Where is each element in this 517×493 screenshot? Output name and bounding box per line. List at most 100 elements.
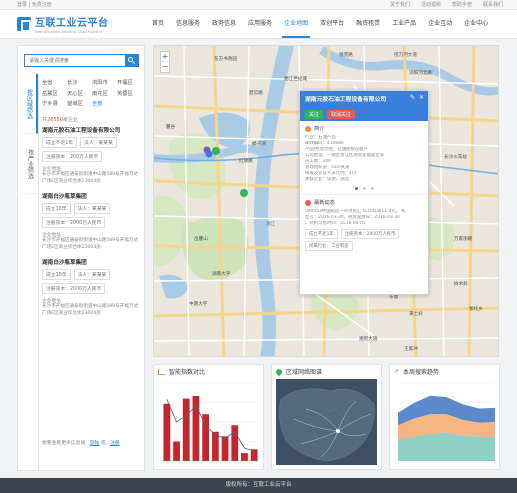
region-option[interactable]: 芙蓉区 (117, 89, 142, 97)
activity-line: ，商机可售时间：2016-04-05 (305, 221, 366, 226)
logo[interactable]: 互联工业云平台 Interconnected Industrial Cloud … (17, 14, 109, 34)
smart-index-panel: 智能指数对比 (153, 364, 264, 470)
map-pin-icon (274, 367, 284, 376)
region-option[interactable]: 雨花区 (92, 89, 117, 97)
brand-title: 互联工业云平台 (35, 18, 109, 29)
region-option[interactable]: 浏阳市 (92, 78, 117, 86)
company-age-tag: 成立10年 (42, 203, 71, 214)
edit-icon[interactable]: ✎ (410, 94, 415, 101)
activity-tag: 注册资本：2000万人民币 (340, 229, 400, 239)
company-name[interactable]: 湖南元胶石油工程设备有限公司 (42, 126, 142, 134)
company-legal-tag: 法人：某某某 (80, 137, 117, 148)
brand-subtitle: Interconnected Industrial Cloud Platform (35, 30, 102, 34)
close-icon[interactable]: ✕ (419, 94, 424, 101)
nav-info-service[interactable]: 信息服务 (170, 10, 206, 38)
search-input[interactable] (25, 55, 123, 66)
company-legal-tag: 法人：某某某 (73, 269, 111, 280)
register-link[interactable]: 注册 (110, 441, 120, 446)
sidebar: 按区域筛选 按产业筛选 全省 长沙 浏阳市 开福区 岳麓区 天心区 雨花区 芙蓉… (17, 45, 145, 471)
copyright-text: 版权所有：互联工业云平台 (225, 482, 292, 488)
activity-industry: 所属行业：工业制造 (305, 241, 353, 251)
region-option[interactable]: 长沙 (67, 78, 92, 86)
logo-icon (17, 17, 31, 32)
region-option[interactable]: 岳麓区 (42, 89, 67, 97)
region-option[interactable]: 天心区 (67, 89, 92, 97)
activity-icon (305, 199, 311, 206)
nav-enterprise-map[interactable]: 企业地图 (278, 10, 314, 38)
nav-home[interactable]: 首页 (146, 10, 170, 38)
top-bar: 登录 | 免费注册 关于我们 活动视频 帮助手册 联系我们 (0, 0, 517, 10)
count-number: 26550 (47, 117, 63, 123)
top-link-about[interactable]: 关于我们 (390, 0, 410, 10)
result-count: 共26550家企业 (42, 117, 78, 123)
search-box (24, 54, 139, 67)
bar-2 (173, 441, 180, 461)
popup-title: 湖南元胶石油工程设备有限公司 (305, 97, 387, 103)
region-network-panel: 区域网络图谱 (271, 364, 382, 470)
trend-icon: ↗ (394, 368, 400, 375)
company-name[interactable]: 湖南白沙瓶草集团 (42, 258, 142, 266)
nav-leasing[interactable]: 融资租赁 (350, 10, 386, 38)
region-option-all[interactable]: 全部 (92, 99, 117, 107)
nav-enterprise-center[interactable]: 企业中心 (458, 10, 494, 38)
popup-header: 湖南元胶石油工程设备有限公司 ✎ ✕ 关注 取消关注 (300, 91, 428, 121)
search-button[interactable] (125, 55, 138, 66)
top-link-video[interactable]: 活动视频 (421, 0, 441, 10)
search-trend-chart (398, 382, 495, 462)
unfollow-button[interactable]: 取消关注 (327, 110, 356, 119)
zoom-out-button[interactable]: − (161, 62, 169, 72)
login-link[interactable]: 登陆 (90, 441, 100, 446)
address-label: 企业地址 (42, 233, 62, 238)
nav-interaction[interactable]: 企业互动 (422, 10, 458, 38)
filter-tabs: 按区域筛选 按产业筛选 (22, 74, 39, 470)
region-option[interactable]: 宁乡县 (42, 99, 67, 107)
bar-chart-icon (158, 368, 165, 375)
intro-title: 简介 (314, 126, 325, 132)
info-line: 关联企业：保德、湖北 (305, 177, 349, 182)
intro-icon (305, 125, 311, 132)
footer: 版权所有：互联工业云平台 (0, 478, 517, 493)
login-register-link[interactable]: 登录 | 免费注册 (17, 0, 52, 10)
activity-tag: 成立不足1年 (305, 229, 338, 239)
region-option[interactable]: 望城区 (67, 99, 92, 107)
region-filter: 全省 长沙 浏阳市 开福区 岳麓区 天心区 雨花区 芙蓉区 宁乡县 望城区 全部 (42, 78, 142, 107)
nav-gov-info[interactable]: 政务信息 (206, 10, 242, 38)
tab-by-industry[interactable]: 按产业筛选 (22, 134, 38, 194)
region-network-title: 区域网络图谱 (286, 369, 323, 376)
region-option[interactable]: 全省 (42, 78, 67, 86)
company-address: 长沙市开福区通泰街街道中山路589号开福万达广场E区商业综合体23004房 (42, 304, 139, 316)
bar-9 (241, 453, 248, 461)
address-label: 企业地址 (42, 299, 62, 304)
activity-title: 最新动态 (314, 200, 335, 206)
company-address: 长沙市开福区通泰街街道中山路589号开福万达广场E区商业综合体23004房 (42, 172, 139, 184)
top-link-contact[interactable]: 联系我们 (483, 0, 503, 10)
bar-7 (221, 436, 229, 461)
company-capital-tag: 注册资本：200万人民币 (42, 151, 103, 162)
address-label: 企业地址 (42, 167, 62, 172)
tab-by-region[interactable]: 按区域筛选 (22, 74, 38, 134)
nav-app-service[interactable]: 应用服务 (242, 10, 278, 38)
main-nav: 首页 信息服务 政务信息 应用服务 企业地图 双创平台 融资租赁 工业产品 企业… (146, 10, 494, 38)
top-link-help[interactable]: 帮助手册 (452, 0, 472, 10)
bar-1 (163, 403, 171, 461)
search-trend-title: 本周搜索趋势 (403, 369, 440, 376)
company-capital-tag: 注册资本：2000万人民币 (42, 217, 106, 228)
company-item: 湖南白沙瓶草集团 成立10年 法人：某某某 注册资本：2000万人民币 企业地址… (42, 258, 142, 317)
nav-industrial-products[interactable]: 工业产品 (386, 10, 422, 38)
follow-button[interactable]: 关注 (305, 110, 324, 119)
login-prompt: 想要查看更多信息请 登陆 或 注册 (42, 441, 120, 446)
company-item: 湖南元胶石油工程设备有限公司 成立不足1年 法人：某某某 注册资本：200万人民… (42, 126, 142, 185)
company-name[interactable]: 湖南白沙瓶草集团 (42, 192, 142, 200)
smart-index-title: 智能指数对比 (169, 369, 206, 376)
popup-intro: 简介 行业：石油产品 邮政编码：410680 产品/经营范围：石油勘探设备产 公… (300, 121, 428, 190)
region-option[interactable]: 开福区 (117, 78, 142, 86)
company-address: 长沙市开福区通泰街街道中山路589号开福万达广场E区商业综合体23004房 (42, 238, 139, 250)
smart-index-chart (162, 382, 259, 462)
bar-3 (182, 398, 190, 461)
region-network-map (279, 388, 375, 462)
nav-innovation[interactable]: 双创平台 (314, 10, 350, 38)
company-age-tag: 成立10年 (42, 269, 71, 280)
top-links: 关于我们 活动视频 帮助手册 联系我们 (390, 0, 503, 10)
zoom-in-button[interactable]: + (161, 52, 169, 62)
company-list: 共26550家企业 湖南元胶石油工程设备有限公司 成立不足1年 法人：某某某 注… (42, 116, 142, 324)
